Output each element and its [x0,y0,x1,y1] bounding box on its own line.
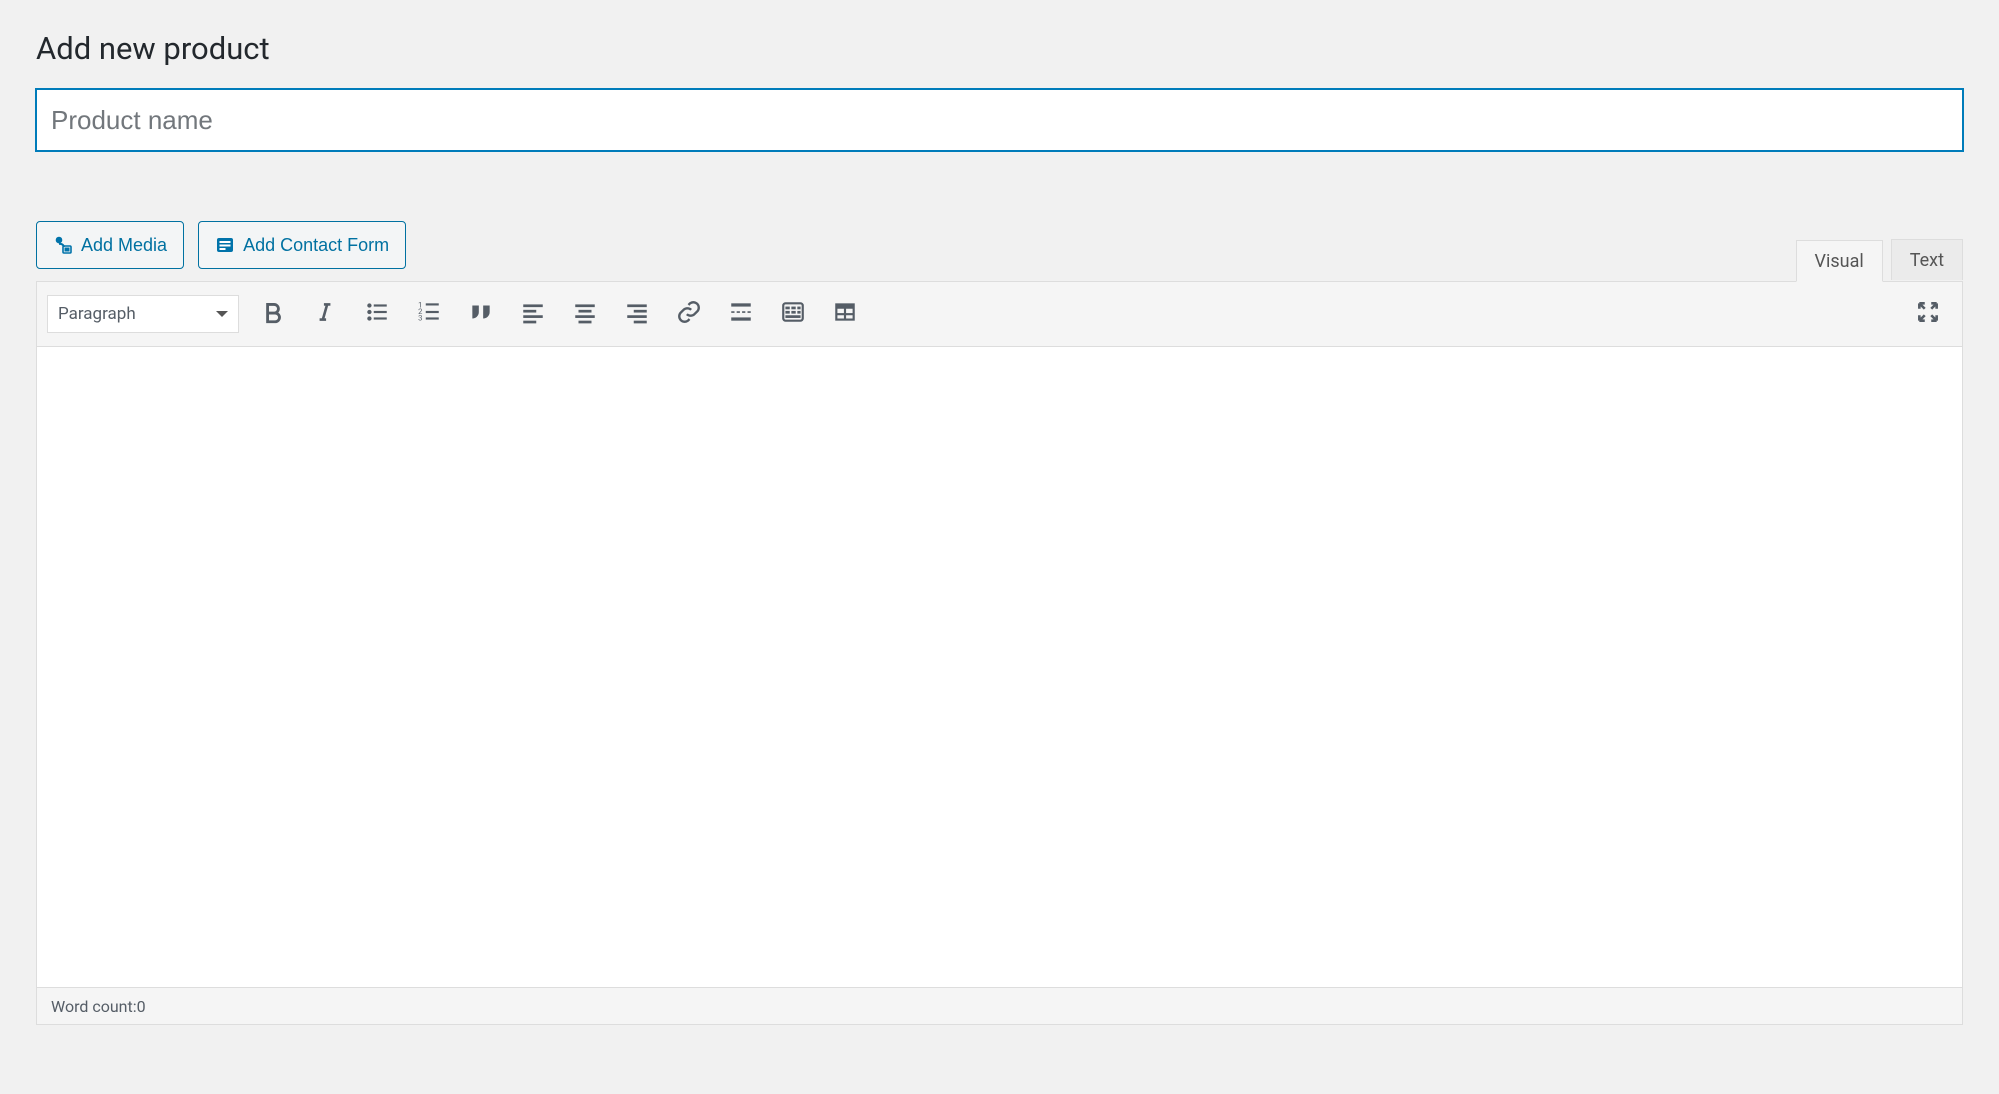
numbered-list-icon: 123 [416,299,442,329]
title-field-wrap [36,89,1963,151]
add-media-icon [53,235,73,255]
bullet-list-button[interactable] [357,294,397,334]
toolbar-toggle-icon [780,299,806,329]
fullscreen-icon [1915,299,1941,329]
italic-icon [312,299,338,329]
table-icon [832,299,858,329]
read-more-button[interactable] [721,294,761,334]
align-left-icon [520,299,546,329]
editor-content-area[interactable] [37,347,1962,987]
add-contact-form-label: Add Contact Form [243,236,389,254]
insert-link-button[interactable] [669,294,709,334]
svg-text:3: 3 [418,314,422,323]
page-title: Add new product [36,30,1963,67]
chevron-down-icon [216,311,228,317]
add-contact-form-button[interactable]: Add Contact Form [198,221,406,269]
tab-visual[interactable]: Visual [1796,240,1883,282]
media-buttons: Add Media Add Contact Form [36,221,406,269]
fullscreen-button[interactable] [1908,294,1948,334]
bold-button[interactable] [253,294,293,334]
rich-text-editor: Paragraph 123 [36,281,1963,1025]
product-name-input[interactable] [36,89,1963,151]
add-media-label: Add Media [81,236,167,254]
align-right-icon [624,299,650,329]
bold-icon [260,299,286,329]
align-center-icon [572,299,598,329]
editor-status-bar: Word count: 0 [37,987,1962,1024]
contact-form-icon [215,235,235,255]
format-select[interactable]: Paragraph [47,295,239,333]
editor-toolbar: Paragraph 123 [37,282,1962,347]
tab-text[interactable]: Text [1891,239,1963,280]
table-button[interactable] [825,294,865,334]
page-wrap: Add new product Add Media [0,0,1999,1094]
numbered-list-button[interactable]: 123 [409,294,449,334]
word-count-value: 0 [137,997,146,1016]
blockquote-icon [468,299,494,329]
blockquote-button[interactable] [461,294,501,334]
read-more-icon [728,299,754,329]
format-select-label: Paragraph [58,304,136,324]
word-count-label: Word count: [51,997,137,1016]
editor-header-row: Add Media Add Contact Form Visual [36,221,1963,281]
tab-text-label: Text [1910,250,1944,271]
editor-mode-tabs: Visual Text [1796,239,1963,281]
tab-visual-label: Visual [1815,251,1864,272]
align-left-button[interactable] [513,294,553,334]
align-right-button[interactable] [617,294,657,334]
add-media-button[interactable]: Add Media [36,221,184,269]
align-center-button[interactable] [565,294,605,334]
link-icon [676,299,702,329]
italic-button[interactable] [305,294,345,334]
toolbar-toggle-button[interactable] [773,294,813,334]
bullet-list-icon [364,299,390,329]
